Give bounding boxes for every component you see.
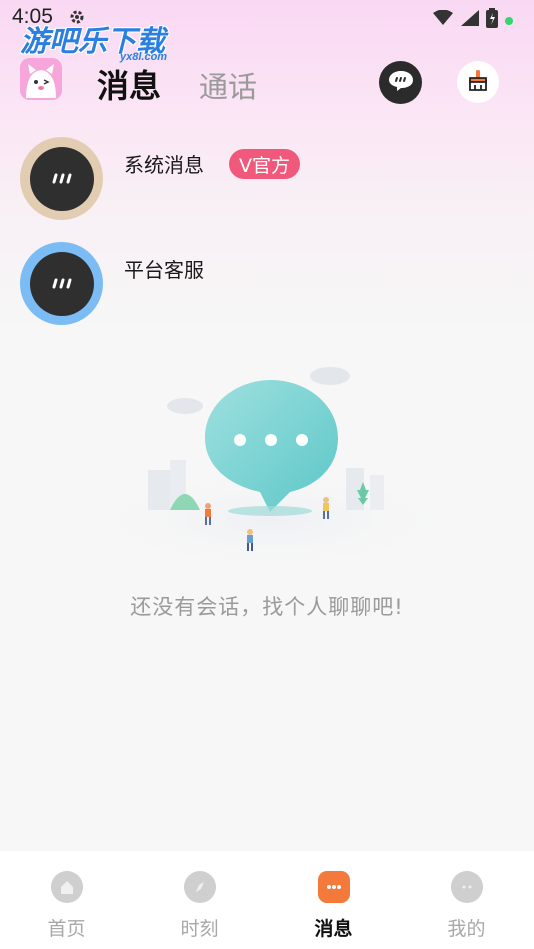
nav-profile[interactable]: 我的 (400, 851, 533, 949)
wifi-icon (432, 9, 454, 30)
new-chat-button[interactable] (379, 61, 422, 104)
tab-calls[interactable]: 通话 (199, 64, 257, 106)
conversation-item-support[interactable]: 平台客服 (0, 242, 534, 332)
empty-state-illustration (60, 360, 480, 580)
conversation-item-system[interactable]: 系统消息 V官方 (0, 137, 534, 227)
official-badge: V官方 (229, 149, 300, 179)
nav-home[interactable]: 首页 (0, 851, 133, 949)
app-logo (20, 58, 62, 100)
nav-moments[interactable]: 时刻 (133, 851, 266, 949)
signal-icon (460, 9, 480, 31)
empty-state-text: 还没有会话，找个人聊聊吧! (130, 595, 404, 619)
home-icon (50, 871, 83, 903)
nav-label: 消息 (314, 918, 353, 940)
compass-icon (183, 871, 216, 903)
message-icon (317, 871, 350, 903)
avatar (20, 137, 103, 220)
broom-icon (466, 68, 490, 96)
profile-icon (450, 871, 483, 903)
bottom-navigation: 首页 时刻 消息 我的 (0, 851, 534, 949)
nav-label: 时刻 (180, 918, 219, 940)
battery-icon (486, 8, 498, 32)
tab-messages[interactable]: 消息 (97, 61, 161, 107)
nav-label: 我的 (447, 918, 486, 940)
avatar (20, 242, 103, 325)
conversation-title: 平台客服 (124, 258, 204, 282)
conversation-title: 系统消息 (124, 153, 204, 177)
nav-messages[interactable]: 消息 (267, 851, 400, 949)
nav-label: 首页 (47, 918, 86, 940)
dot-icon (504, 11, 514, 30)
header: 消息 通话 (0, 55, 534, 107)
clear-unread-button[interactable] (457, 61, 499, 103)
chat-bubble-icon (388, 70, 414, 96)
